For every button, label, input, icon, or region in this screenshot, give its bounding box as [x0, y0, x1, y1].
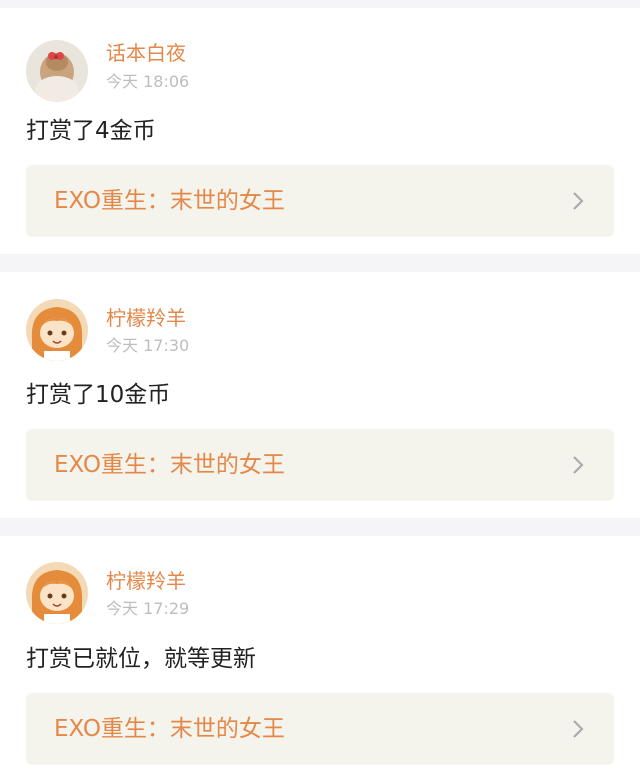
book-title: EXO重生：末世的女王: [54, 452, 285, 478]
book-title: EXO重生：末世的女王: [54, 716, 285, 742]
avatar[interactable]: [26, 562, 88, 624]
book-link-card[interactable]: EXO重生：末世的女王: [26, 165, 614, 237]
post-time: 今天 17:29: [106, 599, 190, 618]
reward-post: 柠檬羚羊 今天 17:30 打赏了10金币 EXO重生：末世的女王: [0, 272, 640, 518]
username[interactable]: 柠檬羚羊: [106, 306, 186, 330]
reward-post: 柠檬羚羊 今天 17:29 打赏已就位，就等更新 EXO重生：末世的女王: [0, 536, 640, 776]
reward-post: 话本白夜 今天 18:06 打赏了4金币 EXO重生：末世的女王: [0, 8, 640, 254]
book-link-card[interactable]: EXO重生：末世的女王: [26, 693, 614, 765]
book-title: EXO重生：末世的女王: [54, 188, 285, 214]
chevron-right-icon: [573, 720, 584, 738]
chevron-right-icon: [573, 456, 584, 474]
post-time: 今天 17:30: [106, 336, 190, 355]
reward-feed: 话本白夜 今天 18:06 打赏了4金币 EXO重生：末世的女王 柠檬羚羊 今天…: [0, 0, 640, 776]
anime-girl-avatar-icon: [26, 299, 88, 361]
avatar[interactable]: [26, 40, 88, 102]
reward-message: 打赏了4金币: [26, 118, 156, 144]
book-link-card[interactable]: EXO重生：末世的女王: [26, 429, 614, 501]
user-photo-avatar-icon: [26, 40, 88, 102]
chevron-right-icon: [573, 192, 584, 210]
post-time: 今天 18:06: [106, 72, 190, 91]
reward-message: 打赏了10金币: [26, 382, 171, 408]
avatar[interactable]: [26, 299, 88, 361]
username[interactable]: 话本白夜: [106, 41, 186, 65]
username[interactable]: 柠檬羚羊: [106, 569, 186, 593]
anime-girl-avatar-icon: [26, 562, 88, 624]
reward-message: 打赏已就位，就等更新: [26, 646, 256, 672]
